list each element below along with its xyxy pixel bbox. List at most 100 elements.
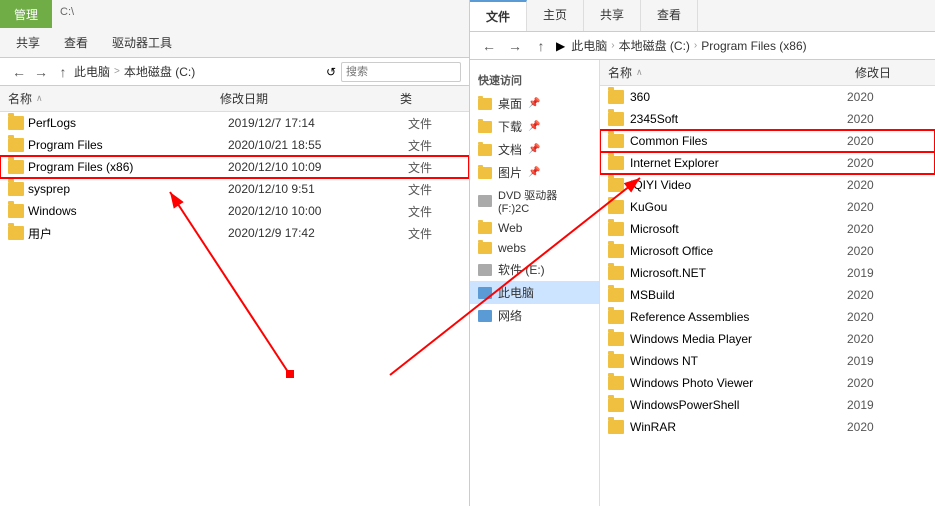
breadcrumb-pc[interactable]: 此电脑 (74, 63, 110, 80)
folder-icon (8, 138, 24, 152)
left-btn-driver-tools[interactable]: 驱动器工具 (104, 31, 180, 54)
table-row[interactable]: Microsoft 2020 (600, 218, 935, 240)
qa-item-network[interactable]: 网络 (470, 304, 599, 327)
breadcrumb-disk[interactable]: 本地磁盘 (C:) (124, 63, 195, 80)
file-date: 2020 (847, 156, 927, 170)
right-back-button[interactable]: ← (478, 35, 500, 57)
right-col-headers: 名称 ∧ 修改日 (600, 60, 935, 86)
table-row[interactable]: Windows 2020/12/10 10:00 文件 (0, 200, 469, 222)
folder-icon (608, 310, 624, 324)
table-row[interactable]: WindowsPowerShell 2019 (600, 394, 935, 416)
left-file-explorer: 管理 C:\ 共享 查看 驱动器工具 ← → ↑ 此电脑 > 本地磁盘 (C:)… (0, 0, 470, 506)
table-row[interactable]: MSBuild 2020 (600, 284, 935, 306)
table-row[interactable]: Microsoft Office 2020 (600, 240, 935, 262)
file-date: 2019 (847, 266, 927, 280)
left-ribbon-tabs: 管理 C:\ (0, 0, 469, 28)
file-name: Microsoft.NET (630, 266, 847, 280)
left-btn-view[interactable]: 查看 (56, 31, 96, 54)
table-row-program-files-x86[interactable]: Program Files (x86) 2020/12/10 10:09 文件 (0, 156, 469, 178)
left-search-input[interactable] (341, 62, 461, 82)
right-forward-button[interactable]: → (504, 35, 526, 57)
qa-item-download[interactable]: 下载 📌 (470, 115, 599, 138)
bc-disk[interactable]: 本地磁盘 (C:) (619, 37, 690, 54)
table-row[interactable]: Program Files 2020/10/21 18:55 文件 (0, 134, 469, 156)
tab-share[interactable]: 共享 (584, 0, 641, 31)
qa-item-this-pc[interactable]: 此电脑 (470, 281, 599, 304)
folder-icon (608, 376, 624, 390)
table-row-common-files[interactable]: Common Files 2020 (600, 130, 935, 152)
file-date: 2020/10/21 18:55 (228, 138, 408, 152)
back-button[interactable]: ← (8, 61, 30, 83)
file-name: Common Files (630, 134, 847, 148)
table-row[interactable]: WinRAR 2020 (600, 416, 935, 438)
table-row[interactable]: 360 2020 (600, 86, 935, 108)
table-row[interactable]: 用户 2020/12/9 17:42 文件 (0, 222, 469, 244)
qa-item-dvd[interactable]: DVD 驱动器 (F:)2C (470, 184, 599, 218)
qa-folder-icon (478, 121, 492, 133)
refresh-button[interactable]: ↺ (321, 62, 341, 82)
right-file-area: 名称 ∧ 修改日 360 2020 234 (600, 60, 935, 506)
table-row[interactable]: Microsoft.NET 2019 (600, 262, 935, 284)
qa-folder-icon (478, 98, 492, 110)
file-date: 2020/12/10 9:51 (228, 182, 408, 196)
forward-button[interactable]: → (30, 61, 52, 83)
tab-home[interactable]: 主页 (527, 0, 584, 31)
left-tab-manage[interactable]: 管理 (0, 0, 52, 28)
file-date: 2020 (847, 200, 927, 214)
r-col-header-name[interactable]: 名称 ∧ (600, 64, 855, 81)
qa-label: Web (498, 221, 522, 235)
col-header-type[interactable]: 类 (400, 90, 412, 107)
table-row[interactable]: Windows Photo Viewer 2020 (600, 372, 935, 394)
col-header-name[interactable]: 名称 ∧ (0, 90, 220, 107)
pin-icon: 📌 (528, 121, 540, 132)
file-name: sysprep (28, 182, 228, 196)
qa-item-pictures[interactable]: 图片 📌 (470, 161, 599, 184)
folder-icon (608, 288, 624, 302)
file-type: 文件 (408, 225, 432, 242)
file-name: 360 (630, 90, 847, 104)
table-row[interactable]: 2345Soft 2020 (600, 108, 935, 130)
tab-view[interactable]: 查看 (641, 0, 698, 31)
table-row[interactable]: Windows Media Player 2020 (600, 328, 935, 350)
file-type: 文件 (408, 181, 432, 198)
left-btn-share[interactable]: 共享 (8, 31, 48, 54)
right-up-button[interactable]: ↑ (530, 35, 552, 57)
right-nav-bar: ← → ↑ ▶ 此电脑 › 本地磁盘 (C:) › Program Files … (470, 32, 935, 60)
table-row[interactable]: sysprep 2020/12/10 9:51 文件 (0, 178, 469, 200)
table-row[interactable]: KuGou 2020 (600, 196, 935, 218)
qa-item-webs[interactable]: webs (470, 238, 599, 258)
pin-icon: 📌 (528, 144, 540, 155)
table-row[interactable]: Reference Assemblies 2020 (600, 306, 935, 328)
qa-item-web[interactable]: Web (470, 218, 599, 238)
table-row[interactable]: IQIYI Video 2020 (600, 174, 935, 196)
bc-folder[interactable]: Program Files (x86) (701, 39, 806, 53)
pin-icon: 📌 (528, 167, 540, 178)
folder-icon (608, 134, 624, 148)
table-row[interactable]: PerfLogs 2019/12/7 17:14 文件 (0, 112, 469, 134)
folder-icon (8, 116, 24, 130)
table-row[interactable]: Windows NT 2019 (600, 350, 935, 372)
r-col-header-date[interactable]: 修改日 (855, 64, 935, 81)
qa-item-edisk[interactable]: 软件 (E:) (470, 258, 599, 281)
left-breadcrumb: 此电脑 > 本地磁盘 (C:) (74, 63, 321, 80)
disk-icon (478, 264, 492, 276)
tab-file[interactable]: 文件 (470, 0, 527, 31)
qa-label: 此电脑 (498, 284, 534, 301)
file-name: Windows Media Player (630, 332, 847, 346)
col-header-date[interactable]: 修改日期 (220, 90, 400, 107)
left-ribbon-buttons: 共享 查看 驱动器工具 (0, 28, 469, 58)
folder-icon (8, 226, 24, 240)
folder-icon (608, 178, 624, 192)
file-type: 文件 (408, 159, 432, 176)
bc-pc[interactable]: 此电脑 (571, 37, 607, 54)
left-address-bar: ← → ↑ 此电脑 > 本地磁盘 (C:) ↺ (0, 58, 469, 86)
qa-folder-icon (478, 242, 492, 254)
qa-item-desktop[interactable]: 桌面 📌 (470, 92, 599, 115)
left-file-list: PerfLogs 2019/12/7 17:14 文件 Program File… (0, 112, 469, 506)
table-row-internet-explorer[interactable]: Internet Explorer 2020 (600, 152, 935, 174)
file-date: 2020/12/10 10:09 (228, 160, 408, 174)
qa-item-docs[interactable]: 文档 📌 (470, 138, 599, 161)
file-date: 2020/12/9 17:42 (228, 226, 408, 240)
file-name: KuGou (630, 200, 847, 214)
up-button[interactable]: ↑ (52, 61, 74, 83)
